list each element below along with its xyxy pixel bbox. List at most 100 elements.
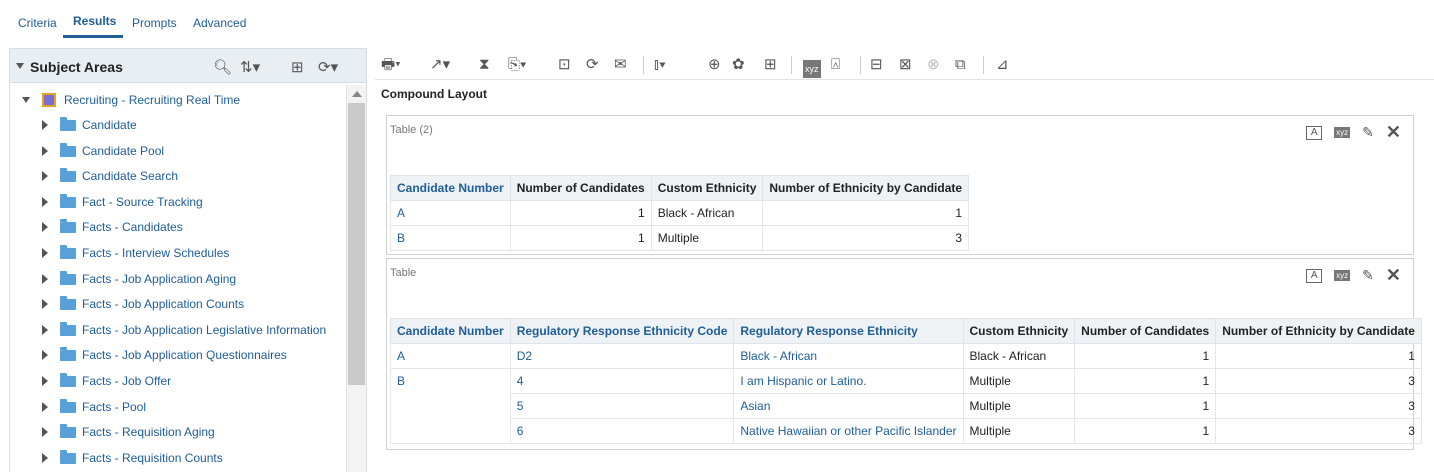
table-cell[interactable]: I am Hispanic or Latino. [733,368,964,394]
refresh-results-icon[interactable]: ⟳ [586,56,599,74]
table-cell[interactable]: 6 [509,418,735,444]
expand-icon[interactable] [42,299,48,309]
table-cell[interactable]: Native Hawaiian or other Pacific Islande… [733,418,964,444]
tree-item-fact-source-tracking[interactable]: Fact - Source Tracking [42,192,203,212]
table-row: 5 Asian Multiple 1 3 [390,393,1422,419]
tree-item-candidate-pool[interactable]: Candidate Pool [42,141,164,161]
table-cell[interactable]: B [390,368,511,394]
view-title: Table (2) [390,124,433,136]
tree-item-facts-job-offer[interactable]: Facts - Job Offer [42,371,171,391]
table-cell[interactable]: D2 [509,343,735,369]
expand-icon[interactable] [42,376,48,386]
expand-icon[interactable] [42,222,48,232]
column-header[interactable]: Number of Candidates [509,175,652,201]
table-cell [390,418,511,444]
column-header[interactable]: Regulatory Response Ethnicity Code [509,318,735,344]
tree-item-facts-job-application-legislative[interactable]: Facts - Job Application Legislative Info… [42,320,326,340]
search-icon[interactable]: 🔍︎ [213,58,232,76]
add-compound-icon[interactable]: ⊟ [870,56,883,74]
tree-scrollbar[interactable] [346,85,366,472]
expand-icon[interactable] [42,274,48,284]
tree-item-label: Facts - Candidates [82,220,183,234]
schedule-icon[interactable]: ⧗ [479,56,490,74]
sort-view-icon[interactable]: ⊞ [764,56,777,74]
table-cell[interactable]: B [390,225,511,251]
tab-criteria[interactable]: Criteria [18,16,57,30]
table-row: A D2 Black - African Black - African 1 1 [390,343,1422,369]
xyz-icon[interactable]: xyz [1334,127,1351,138]
tab-advanced[interactable]: Advanced [193,16,246,30]
expand-icon[interactable] [42,146,48,156]
tree-item-candidate[interactable]: Candidate [42,115,137,135]
expand-icon[interactable] [42,350,48,360]
table-cell[interactable]: Black - African [733,343,964,369]
add-subject-area-icon[interactable]: ⊞ [291,58,304,76]
column-header[interactable]: Number of Candidates [1074,318,1217,344]
column-header[interactable]: Candidate Number [390,318,511,344]
remove-view-icon[interactable]: ✕ [1386,265,1401,286]
copy-layout-icon[interactable]: ⊠ [899,56,912,74]
print-icon[interactable]: 🖶︎▾ [381,56,401,74]
tree-item-facts-job-application-aging[interactable]: Facts - Job Application Aging [42,269,236,289]
expand-icon[interactable] [42,402,48,412]
table-cell[interactable]: A [390,200,511,226]
expand-icon[interactable] [42,427,48,437]
tree-item-facts-job-application-counts[interactable]: Facts - Job Application Counts [42,294,244,314]
table-cell[interactable]: A [390,343,511,369]
tab-prompts[interactable]: Prompts [132,16,177,30]
format-container-icon[interactable]: A [1306,125,1323,140]
format-text-icon[interactable]: ⍓ [831,56,840,74]
tree-item-label: Facts - Job Application Legislative Info… [82,323,327,337]
column-header[interactable]: Number of Ethnicity by Candidate [762,175,970,201]
export-icon[interactable]: ↗▾ [430,56,450,74]
scroll-up-icon[interactable] [352,91,362,97]
expand-icon[interactable] [42,248,48,258]
expand-icon[interactable] [42,197,48,207]
expand-icon[interactable] [42,171,48,181]
table-cell[interactable]: Asian [733,393,964,419]
expand-icon[interactable] [42,325,48,335]
collapse-panel-icon[interactable] [16,63,24,69]
filter-icon[interactable]: ✿ [732,56,745,74]
edit-view-icon[interactable]: ✎ [1362,267,1374,284]
tab-results[interactable]: Results [73,14,116,28]
rename-layout-icon[interactable]: ⧉ [955,56,966,74]
tree-item-facts-requisition-aging[interactable]: Facts - Requisition Aging [42,422,215,442]
column-header[interactable]: Number of Ethnicity by Candidate [1215,318,1422,344]
scroll-thumb[interactable] [348,103,365,385]
preview-icon[interactable]: ⊡ [558,56,571,74]
table-cell[interactable]: 4 [509,368,735,394]
edit-view-icon[interactable]: ✎ [1362,124,1374,141]
email-icon[interactable]: ✉ [614,56,627,74]
remove-view-icon[interactable]: ✕ [1386,122,1401,143]
column-header[interactable]: Custom Ethnicity [650,175,764,201]
tree-item-label: Facts - Interview Schedules [82,246,230,260]
format-container-icon[interactable]: A [1306,268,1323,283]
tree-item-facts-interview-schedules[interactable]: Facts - Interview Schedules [42,243,229,263]
expanded-icon[interactable] [22,97,30,103]
add-view-icon[interactable]: ⊕ [708,56,721,74]
column-header[interactable]: Candidate Number [390,175,511,201]
expand-icon[interactable] [42,453,48,463]
tree-root-item[interactable]: Recruiting - Recruiting Real Time [22,90,240,110]
refresh-icon[interactable]: ⟳▾ [318,58,338,76]
table-cell[interactable]: 5 [509,393,735,419]
table-row: B 1 Multiple 3 [390,225,970,251]
column-header[interactable]: Custom Ethnicity [962,318,1076,344]
tree-item-candidate-search[interactable]: Candidate Search [42,166,178,186]
tree-item-label: Facts - Job Offer [82,374,172,388]
tree-item-label: Facts - Job Application Aging [82,272,237,286]
xyz-icon[interactable]: xyz [1334,270,1351,281]
xyz-icon[interactable]: xyz [803,60,821,78]
column-header[interactable]: Regulatory Response Ethnicity [733,318,964,344]
tree-item-facts-job-application-questionnaires[interactable]: Facts - Job Application Questionnaires [42,345,287,365]
tree-item-facts-requisition-counts[interactable]: Facts - Requisition Counts [42,448,223,468]
sort-icon[interactable]: ⇅▾ [240,58,260,76]
expand-icon[interactable] [42,120,48,130]
tree-item-facts-pool[interactable]: Facts - Pool [42,397,146,417]
print-options-icon[interactable]: ⊿ [996,56,1009,74]
new-view-icon[interactable]: ⫾▾ [654,56,666,74]
tree-item-facts-candidates[interactable]: Facts - Candidates [42,217,183,237]
duplicate-icon[interactable]: ⎘▾ [508,56,526,74]
tree-item-label: Candidate Pool [82,144,165,158]
